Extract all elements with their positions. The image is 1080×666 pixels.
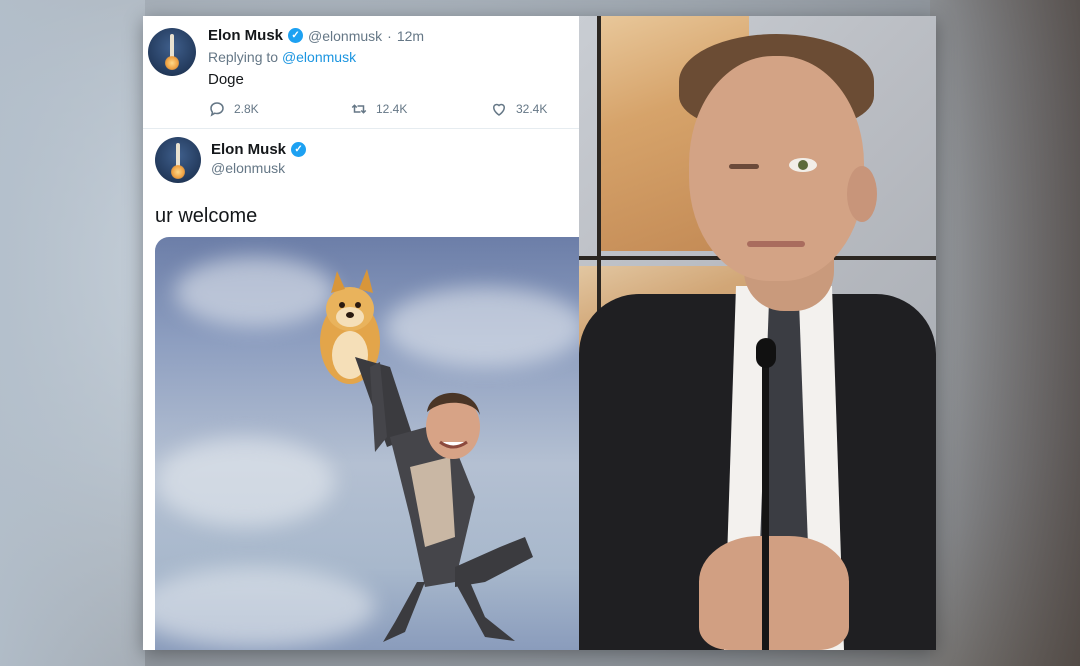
open-eye: [789, 158, 817, 172]
like-count: 32.4K: [516, 102, 548, 116]
verified-badge-icon: ✓: [288, 28, 304, 43]
heart-icon: [492, 103, 506, 116]
reply-count: 2.8K: [234, 102, 259, 116]
lion-king-illustration: [320, 269, 533, 642]
author-name[interactable]: Elon Musk: [211, 141, 286, 158]
winking-eye: [729, 164, 759, 169]
avatar[interactable]: [148, 28, 196, 76]
tweet-time[interactable]: 12m: [397, 28, 424, 44]
collage-frame: Elon Musk ✓ @elonmusk · 12m Replying to …: [143, 16, 936, 650]
reply-icon: [210, 102, 224, 117]
replying-prefix: Replying to: [208, 49, 279, 65]
microphone-icon: [756, 338, 776, 368]
avatar[interactable]: [155, 137, 201, 183]
ear: [847, 166, 877, 222]
face: [689, 56, 864, 281]
mention-link[interactable]: @elonmusk: [282, 49, 356, 65]
photo-panel: [579, 16, 936, 650]
meme-image[interactable]: [155, 237, 585, 650]
retweet-button[interactable]: 12.4K: [350, 100, 407, 118]
tweet-screenshot-panel: Elon Musk ✓ @elonmusk · 12m Replying to …: [143, 16, 585, 650]
clasped-hands: [699, 536, 849, 650]
background-blur-right: [930, 0, 1080, 666]
background-blur-left: [0, 0, 145, 666]
tweet-header: Elon Musk ✓ @elonmusk · 12m: [208, 27, 424, 44]
author-name[interactable]: Elon Musk: [208, 27, 283, 44]
tweet-header: Elon Musk ✓: [211, 141, 307, 158]
tweet-actions: 2.8K 12.4K 32.4K: [208, 100, 560, 118]
rocket-flame: [171, 165, 185, 179]
mouth: [747, 241, 805, 247]
separator-dot: ·: [387, 27, 392, 44]
author-handle[interactable]: @elonmusk: [308, 28, 382, 44]
retweet-icon: [351, 104, 367, 114]
musk-face-sticker: [426, 392, 480, 459]
main-tweet[interactable]: Elon Musk ✓ @elonmusk ur welcome: [143, 129, 585, 650]
replying-to: Replying to @elonmusk: [208, 49, 356, 65]
rocket-flame: [165, 56, 179, 70]
reply-tweet[interactable]: Elon Musk ✓ @elonmusk · 12m Replying to …: [143, 16, 579, 129]
like-button[interactable]: 32.4K: [490, 100, 547, 118]
verified-badge-icon: ✓: [291, 142, 307, 157]
reply-button[interactable]: 2.8K: [208, 100, 259, 118]
microphone-stand: [762, 356, 769, 650]
retweet-count: 12.4K: [376, 102, 408, 116]
author-handle[interactable]: @elonmusk: [211, 160, 285, 176]
tweet-text: Doge: [208, 71, 244, 88]
tweet-text: ur welcome: [155, 205, 258, 227]
